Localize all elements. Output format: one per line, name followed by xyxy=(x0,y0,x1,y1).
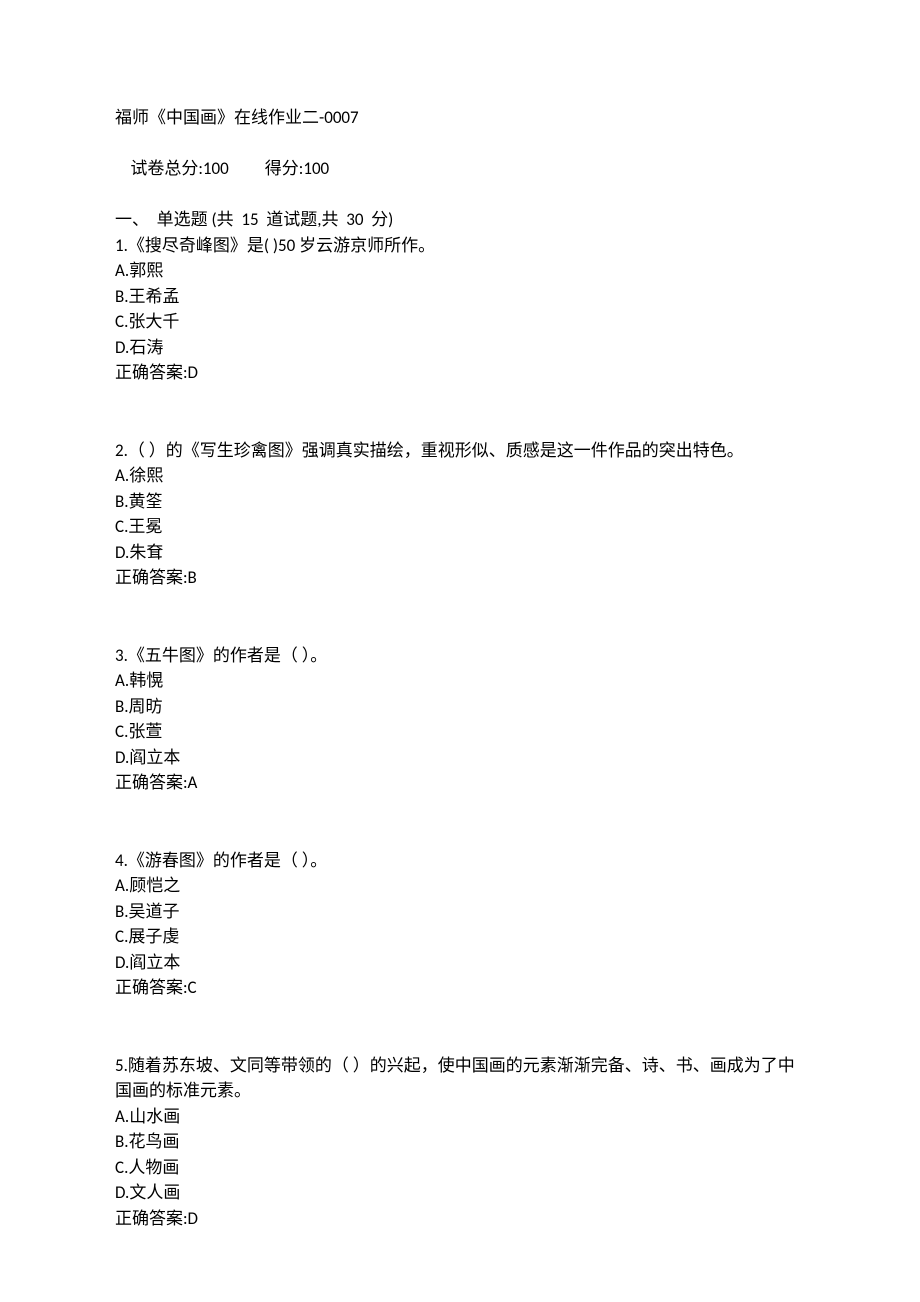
question-option: C.王冕 xyxy=(115,514,805,540)
question-option: D.文人画 xyxy=(115,1180,805,1206)
correct-answer: 正确答案:D xyxy=(115,1206,805,1232)
question-block: 2.（ ）的《写生珍禽图》强调真实描绘，重视形似、质感是这一件作品的突出特色。A… xyxy=(115,438,805,591)
question-stem: 5.随着苏东坡、文同等带领的（ ）的兴起，使中国画的元素渐渐完备、诗、书、画成为… xyxy=(115,1053,805,1104)
exam-title: 福师《中国画》在线作业二-0007 xyxy=(115,105,805,131)
question-stem: 4.《游春图》的作者是（ ）。 xyxy=(115,848,805,874)
section-header: 一、 单选题 (共 15 道试题,共 30 分) xyxy=(115,207,805,233)
exam-header: 福师《中国画》在线作业二-0007 试卷总分:100 得分:100 一、 单选题 … xyxy=(115,105,805,233)
question-option: A.徐熙 xyxy=(115,463,805,489)
questions-list: 1.《搜尽奇峰图》是( )50 岁云游京师所作。A.郭熙B.王希孟C.张大千D.… xyxy=(115,233,805,1232)
question-option: A.郭熙 xyxy=(115,258,805,284)
question-option: B.黄筌 xyxy=(115,489,805,515)
correct-answer: 正确答案:A xyxy=(115,770,805,796)
question-option: C.张大千 xyxy=(115,309,805,335)
correct-answer: 正确答案:B xyxy=(115,565,805,591)
question-stem: 3.《五牛图》的作者是（ ）。 xyxy=(115,643,805,669)
score-line: 试卷总分:100 得分:100 xyxy=(115,131,805,208)
question-block: 1.《搜尽奇峰图》是( )50 岁云游京师所作。A.郭熙B.王希孟C.张大千D.… xyxy=(115,233,805,386)
question-stem: 1.《搜尽奇峰图》是( )50 岁云游京师所作。 xyxy=(115,233,805,259)
question-option: D.阎立本 xyxy=(115,745,805,771)
question-option: C.人物画 xyxy=(115,1155,805,1181)
question-option: C.展子虔 xyxy=(115,924,805,950)
question-option: A.顾恺之 xyxy=(115,873,805,899)
question-option: D.石涛 xyxy=(115,335,805,361)
question-option: A.山水画 xyxy=(115,1104,805,1130)
question-option: B.吴道子 xyxy=(115,899,805,925)
question-stem: 2.（ ）的《写生珍禽图》强调真实描绘，重视形似、质感是这一件作品的突出特色。 xyxy=(115,438,805,464)
question-block: 3.《五牛图》的作者是（ ）。A.韩愰B.周昉C.张萱D.阎立本正确答案:A xyxy=(115,643,805,796)
obtained-score-label: 得分:100 xyxy=(265,158,329,179)
question-block: 4.《游春图》的作者是（ ）。A.顾恺之B.吴道子C.展子虔D.阎立本正确答案:… xyxy=(115,848,805,1001)
total-score-label: 试卷总分:100 xyxy=(130,158,228,179)
question-option: B.周昉 xyxy=(115,694,805,720)
correct-answer: 正确答案:D xyxy=(115,360,805,386)
question-option: B.花鸟画 xyxy=(115,1129,805,1155)
question-option: D.朱耷 xyxy=(115,540,805,566)
question-option: B.王希孟 xyxy=(115,284,805,310)
question-option: D.阎立本 xyxy=(115,950,805,976)
correct-answer: 正确答案:C xyxy=(115,975,805,1001)
question-option: C.张萱 xyxy=(115,719,805,745)
question-option: A.韩愰 xyxy=(115,668,805,694)
question-block: 5.随着苏东坡、文同等带领的（ ）的兴起，使中国画的元素渐渐完备、诗、书、画成为… xyxy=(115,1053,805,1232)
